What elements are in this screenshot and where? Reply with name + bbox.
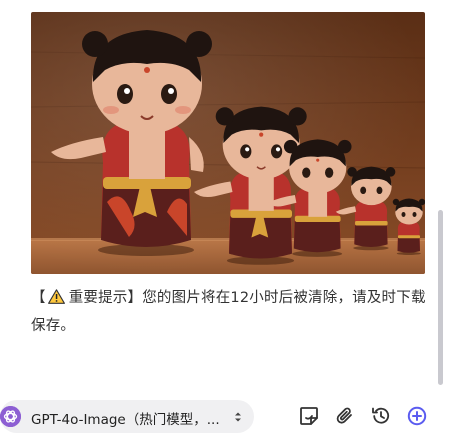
openai-logo-icon — [0, 406, 21, 427]
model-name: GPT-4o-Image（热门模型，... — [31, 412, 220, 428]
notice-bracket: 【 — [31, 290, 46, 306]
scrollbar[interactable] — [438, 210, 443, 385]
warning-icon — [47, 286, 65, 304]
generated-image[interactable] — [31, 12, 425, 274]
add-chat-icon[interactable] — [406, 405, 428, 427]
sticker-icon[interactable] — [298, 405, 320, 427]
model-selector[interactable]: GPT-4o-Image（热门模型，... — [0, 400, 254, 433]
nezha-dolls-image — [31, 12, 425, 274]
chevron-updown-icon — [233, 409, 243, 423]
expiry-notice: 【重要提示】您的图片将在12小时后被清除，请及时下载保存。 — [31, 284, 427, 340]
attachment-icon[interactable] — [334, 405, 356, 427]
composer-bar: GPT-4o-Image（热门模型，... — [0, 395, 458, 437]
history-icon[interactable] — [370, 405, 392, 427]
notice-text: 重要提示】您的图片将在12小时后被清除，请及时下载保存。 — [31, 290, 426, 334]
chat-page: 【重要提示】您的图片将在12小时后被清除，请及时下载保存。 GPT-4o-Ima… — [0, 0, 458, 437]
